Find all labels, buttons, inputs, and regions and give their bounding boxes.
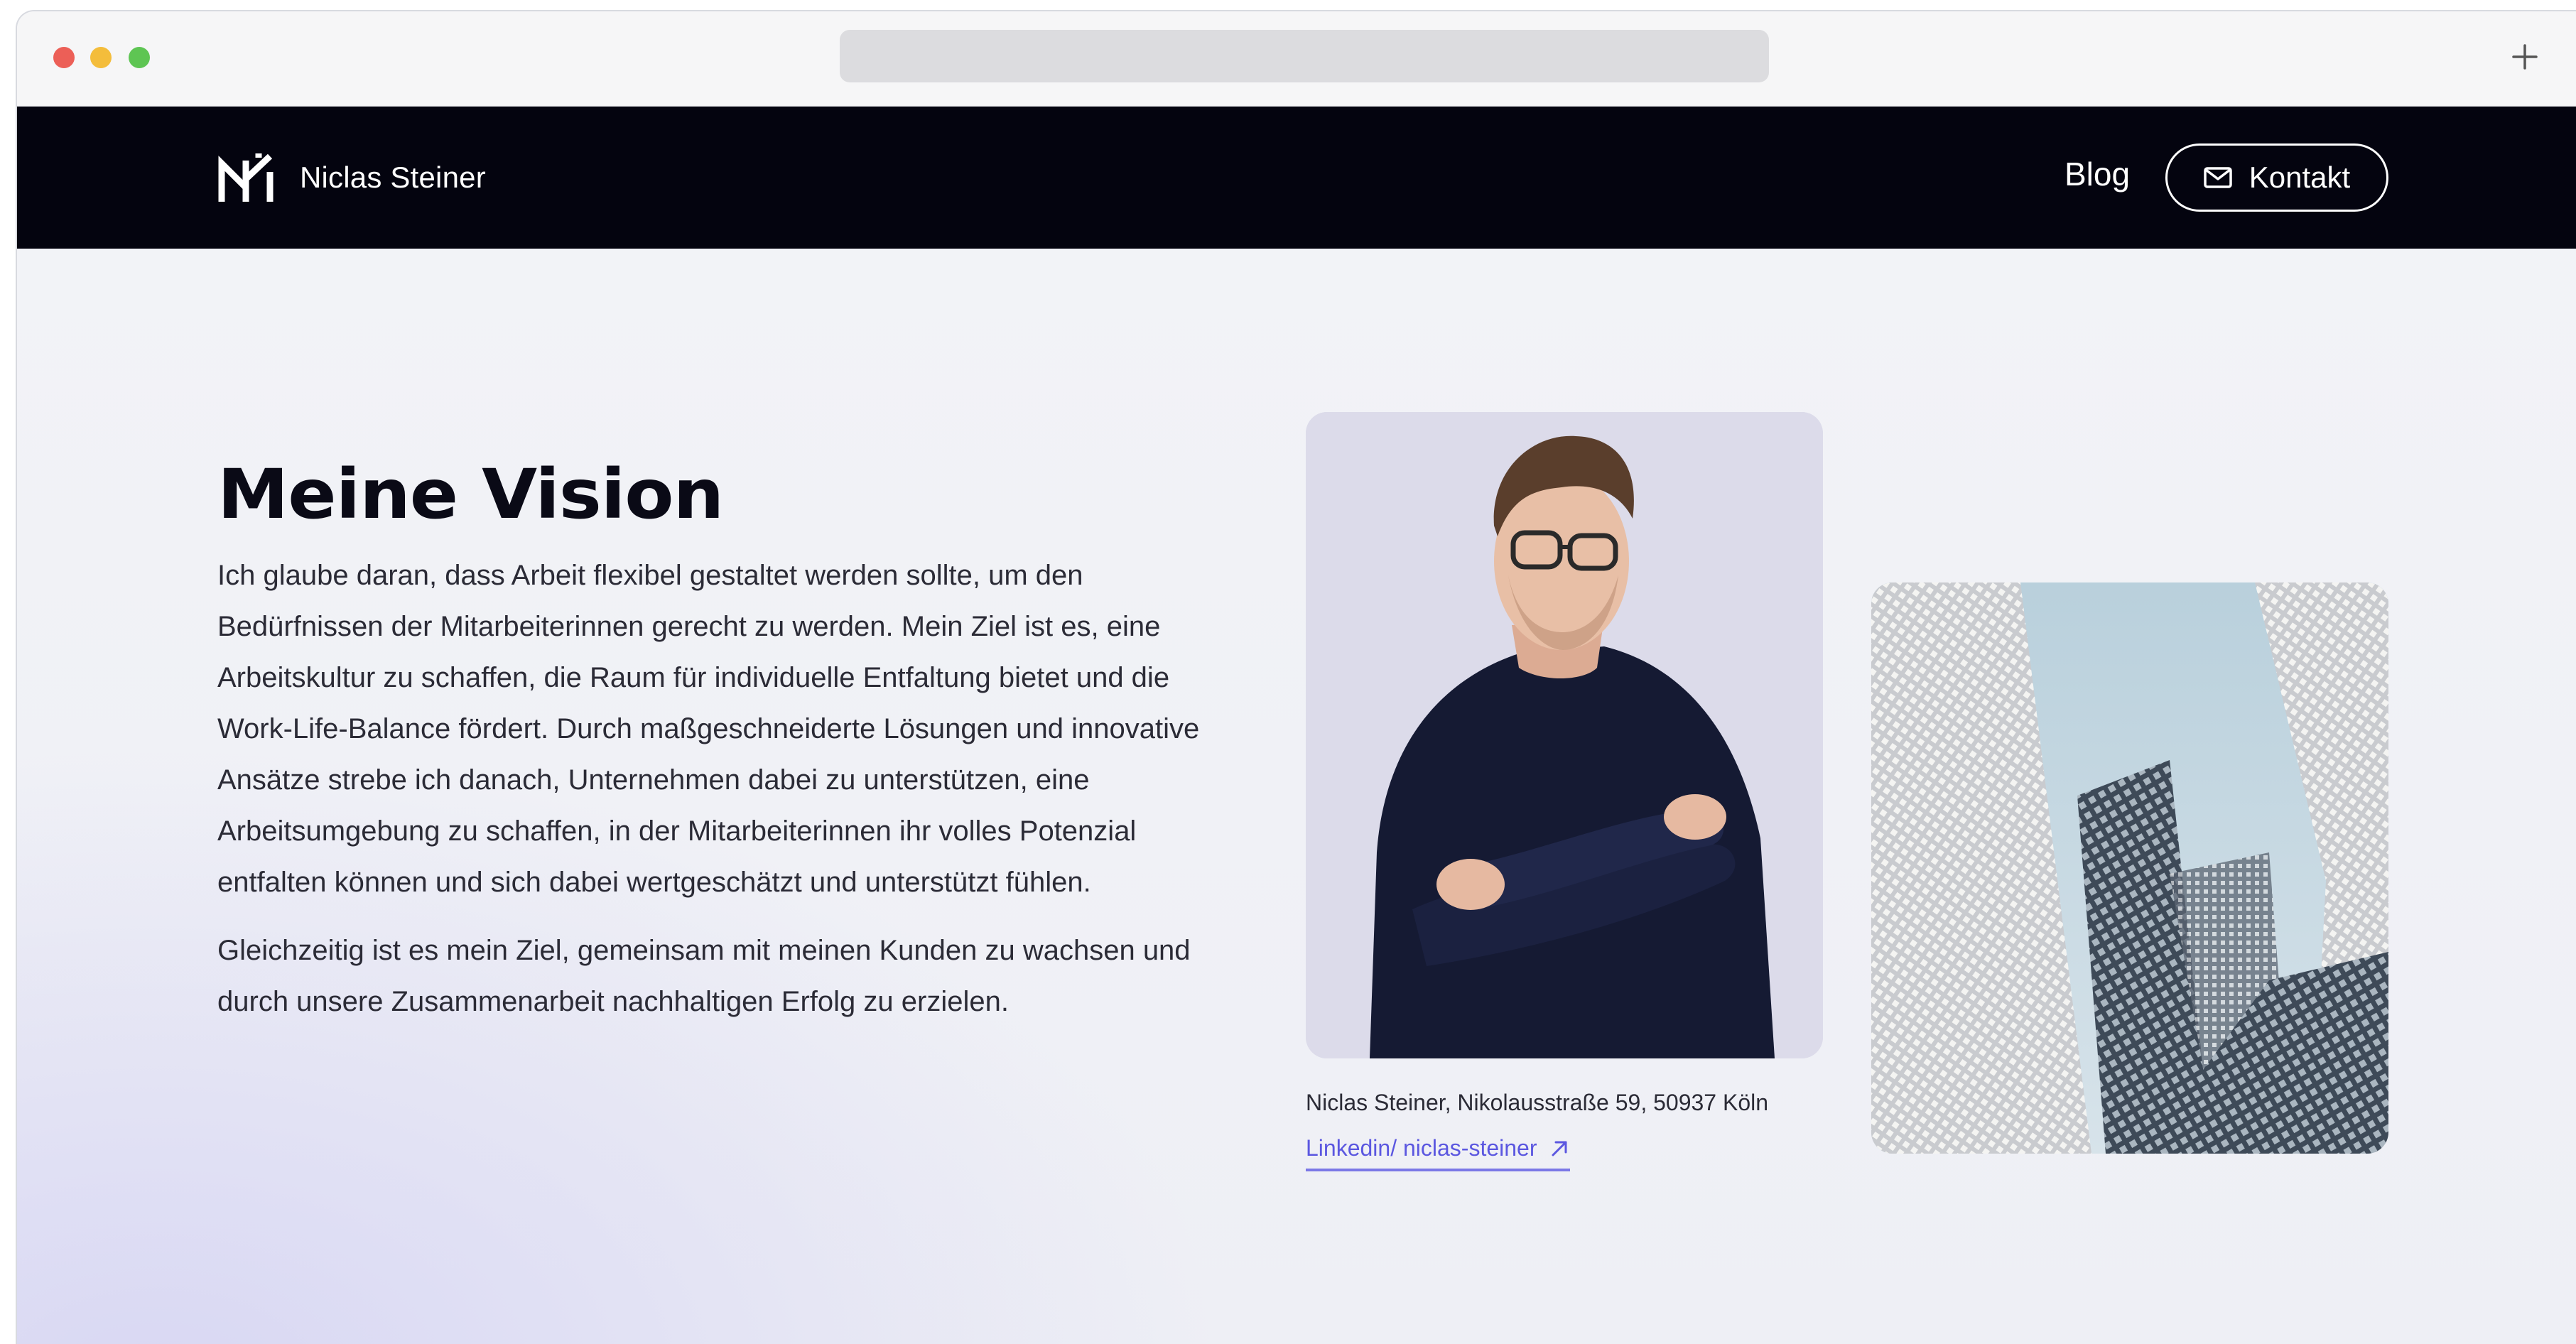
address-caption: Niclas Steiner, Nikolausstraße 59, 50937… [1306, 1090, 1769, 1115]
logo[interactable]: Niclas Steiner [217, 152, 486, 203]
plus-icon[interactable] [2506, 38, 2543, 75]
browser-window: Niclas Steiner Blog Kontakt Meine Vision… [16, 10, 2576, 1344]
logo-mark-icon [218, 153, 274, 202]
mail-icon [2204, 167, 2232, 188]
minimize-window-button[interactable] [90, 47, 112, 68]
close-window-button[interactable] [53, 47, 75, 68]
contact-button[interactable]: Kontakt [2165, 143, 2388, 212]
address-bar[interactable] [840, 30, 1769, 82]
nav-blog-link[interactable]: Blog [2064, 155, 2130, 193]
architecture-photo [1871, 582, 2388, 1154]
linkedin-link-label: Linkedin/ niclas-steiner [1306, 1135, 1537, 1161]
vision-paragraph-2: Gleichzeitig ist es mein Ziel, gemeinsam… [217, 935, 1191, 1017]
browser-toolbar [17, 11, 2576, 107]
contact-button-label: Kontakt [2248, 161, 2351, 194]
portrait-photo [1306, 412, 1823, 1058]
vision-text: Ich glaube daran, dass Arbeit flexibel g… [217, 550, 1212, 1044]
vision-section: Meine Vision Ich glaube daran, dass Arbe… [17, 249, 2576, 1344]
maximize-window-button[interactable] [129, 47, 150, 68]
page-title: Meine Vision [217, 455, 724, 534]
arrow-up-right-icon [1552, 1141, 1566, 1156]
logo-name: Niclas Steiner [300, 161, 486, 194]
linkedin-link[interactable]: Linkedin/ niclas-steiner [1306, 1135, 1570, 1171]
vision-paragraph-1: Ich glaube daran, dass Arbeit flexibel g… [217, 560, 1200, 898]
site-header: Niclas Steiner Blog Kontakt [17, 107, 2576, 249]
